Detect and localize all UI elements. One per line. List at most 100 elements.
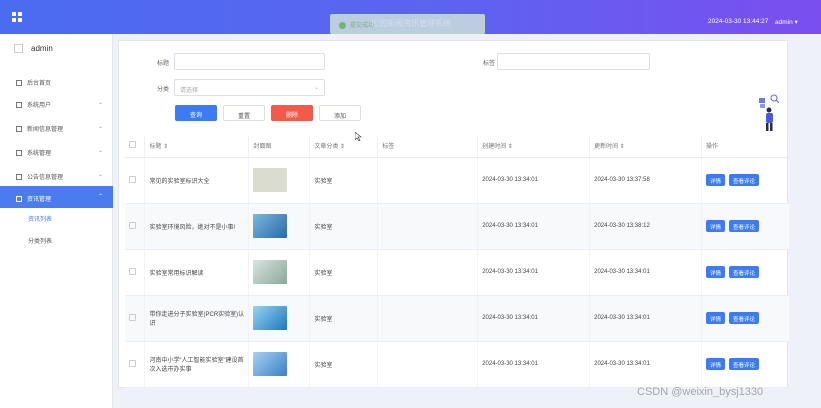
cell-category: 实验室 [309, 157, 379, 204]
row-checkbox[interactable] [129, 175, 136, 183]
table-row: 带你走进分子实验室(PCR实验室)认识 实验室 2024-03-30 13:34… [125, 295, 790, 342]
sidebar-item-label: 资讯管理 [27, 197, 52, 203]
cell-title: 实验室环境风险，绝对不是小事! [144, 203, 250, 250]
header-datetime: 2024-03-30 13:44:27 [708, 18, 769, 25]
chevron-up-icon: ⌃ [97, 194, 103, 200]
table-row: 实验室环境风险，绝对不是小事! 实验室 2024-03-30 13:34:01 … [125, 203, 790, 250]
cell-actions: 详情 查看评论 [701, 203, 790, 250]
table-row: 河南中小学“人工智能实验室”建设首次入选市办实事 实验室 2024-03-30 … [125, 341, 790, 388]
cell-created: 2024-03-30 13:34:01 [477, 249, 591, 296]
person-illustration-icon [759, 94, 780, 131]
detail-button[interactable]: 详情 [706, 174, 726, 186]
cell-created: 2024-03-30 13:34:01 [477, 295, 591, 342]
cell-title: 带你走进分子实验室(PCR实验室)认识 [144, 295, 250, 342]
cell-updated: 2024-03-30 13:38:12 [589, 203, 703, 250]
cell-actions: 详情 查看评论 [701, 249, 790, 296]
cell-actions: 详情 查看评论 [701, 157, 790, 204]
col-category[interactable]: 文章分类 ⇕ [309, 135, 379, 158]
table-header-row: 标题 ⇕ 封面图 文章分类 ⇕ 标签 创建时间 ⇕ 更新时间 ⇕ 操作 [125, 135, 790, 158]
sidebar-item-label: 后台首页 [27, 81, 52, 87]
delete-button[interactable]: 删除 [271, 105, 313, 121]
top-bar: 校园新闻资讯管理系统 提交成功 2024-03-30 13:44:27 admi… [0, 0, 821, 34]
cell-category: 实验室 [309, 249, 379, 296]
menu-grid-icon[interactable] [12, 12, 23, 23]
user-icon [16, 102, 22, 109]
detail-button[interactable]: 详情 [706, 266, 726, 278]
cover-thumbnail [253, 168, 288, 192]
sidebar-item-label: 系统管理 [27, 151, 52, 157]
cell-tag [377, 295, 479, 342]
cell-title: 常见的实验室标识大全 [144, 157, 250, 204]
submenu-info-list[interactable]: 资讯列表 [28, 214, 52, 223]
row-checkbox[interactable] [129, 221, 136, 229]
cell-cover [248, 341, 311, 388]
add-button[interactable]: 添加 [319, 105, 361, 121]
sidebar-user: admin [14, 44, 53, 54]
settings-icon [16, 150, 22, 157]
sidebar-item-home[interactable]: 后台首页 [0, 70, 113, 92]
submenu-category-list[interactable]: 分类列表 [28, 236, 52, 245]
info-icon [16, 196, 22, 203]
cell-actions: 详情 查看评论 [701, 295, 790, 342]
view-comments-button[interactable]: 查看评论 [729, 266, 760, 278]
tag-label: 标签 [483, 61, 496, 67]
cell-tag [377, 249, 479, 296]
cell-actions: 详情 查看评论 [701, 341, 790, 388]
detail-button[interactable]: 详情 [706, 312, 726, 324]
cover-thumbnail [253, 352, 288, 376]
sidebar-item-news[interactable]: 新闻信息管理 ⌄ [0, 116, 113, 138]
chevron-down-icon: ⌄ [97, 172, 103, 178]
chevron-down-icon: ⌄ [97, 148, 103, 154]
row-checkbox[interactable] [129, 359, 136, 367]
sidebar-item-notice[interactable]: 公告信息管理 ⌄ [0, 164, 113, 186]
col-actions: 操作 [701, 135, 790, 158]
select-all-checkbox[interactable] [129, 141, 136, 149]
cell-category: 实验室 [309, 295, 379, 342]
title-label: 标题 [157, 61, 170, 67]
view-comments-button[interactable]: 查看评论 [729, 220, 760, 232]
col-updated[interactable]: 更新时间 ⇕ [589, 135, 703, 158]
search-button[interactable]: 查询 [175, 105, 217, 121]
cell-cover [248, 203, 311, 250]
sidebar-item-users[interactable]: 系统用户 ⌄ [0, 92, 113, 114]
cell-updated: 2024-03-30 13:34:01 [589, 341, 703, 388]
view-comments-button[interactable]: 查看评论 [729, 358, 760, 370]
category-select[interactable]: 请选择 ⌄ [174, 79, 325, 96]
view-comments-button[interactable]: 查看评论 [729, 174, 760, 186]
cell-category: 实验室 [309, 203, 379, 250]
toast-ghost-title: 校园新闻资讯管理系统 [371, 19, 451, 28]
view-comments-button[interactable]: 查看评论 [729, 312, 760, 324]
sidebar-item-label: 新闻信息管理 [27, 127, 64, 133]
reset-button[interactable]: 重置 [223, 105, 265, 121]
row-select-cell [125, 249, 146, 296]
detail-button[interactable]: 详情 [706, 358, 726, 370]
cover-thumbnail [253, 260, 288, 284]
col-created[interactable]: 创建时间 ⇕ [477, 135, 591, 158]
cover-thumbnail [253, 306, 288, 330]
sidebar-item-system[interactable]: 系统管理 ⌄ [0, 140, 113, 162]
sidebar-username: admin [31, 44, 53, 53]
row-checkbox[interactable] [129, 313, 136, 321]
chevron-down-icon: ⌄ [97, 100, 103, 106]
sidebar-item-label: 公告信息管理 [27, 175, 64, 181]
row-select-cell [125, 341, 146, 388]
row-checkbox[interactable] [129, 267, 136, 275]
cell-cover [248, 295, 311, 342]
success-toast: 校园新闻资讯管理系统 提交成功 [330, 14, 485, 34]
row-select-cell [125, 203, 146, 250]
user-menu[interactable]: admin ▾ [775, 18, 798, 26]
select-all-cell [125, 135, 146, 158]
home-icon [16, 80, 22, 87]
tag-input[interactable] [497, 53, 650, 70]
col-cover: 封面图 [248, 135, 311, 158]
cell-updated: 2024-03-30 13:34:01 [589, 295, 703, 342]
notice-icon [16, 174, 22, 181]
cell-tag [377, 203, 479, 250]
title-input[interactable] [174, 53, 325, 70]
sidebar: admin 后台首页 系统用户 ⌄ 新闻信息管理 ⌄ 系统管理 ⌄ 公告信息管理… [0, 34, 113, 408]
col-title[interactable]: 标题 ⇕ [144, 135, 250, 158]
detail-button[interactable]: 详情 [706, 220, 726, 232]
sidebar-item-info[interactable]: 资讯管理 ⌃ [0, 186, 113, 208]
cover-thumbnail [253, 214, 288, 238]
cell-title: 河南中小学“人工智能实验室”建设首次入选市办实事 [144, 341, 250, 388]
